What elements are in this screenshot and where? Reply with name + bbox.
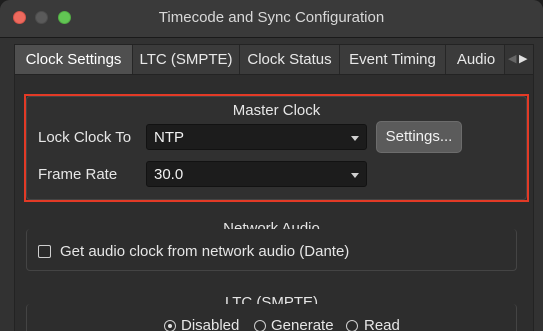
ltc-disabled-radio[interactable]	[164, 320, 176, 331]
tab-clock-settings[interactable]: Clock Settings	[15, 45, 133, 74]
lock-clock-select[interactable]: NTP	[146, 124, 367, 150]
ltc-read-radio[interactable]	[346, 320, 358, 331]
frame-rate-select[interactable]: 30.0	[146, 161, 367, 187]
tab-audio[interactable]: Audio	[446, 45, 507, 74]
settings-button[interactable]: Settings...	[376, 121, 462, 153]
lock-clock-value: NTP	[154, 129, 184, 146]
tab-ltc-smpte[interactable]: LTC (SMPTE)	[133, 45, 240, 74]
ltc-generate-radio[interactable]	[254, 320, 266, 331]
network-audio-checkbox[interactable]	[38, 245, 51, 258]
master-clock-title: Master Clock	[232, 102, 321, 119]
frame-rate-value: 30.0	[154, 166, 184, 183]
ltc-generate-label[interactable]: Generate	[271, 317, 334, 331]
main-window: Timecode and Sync Configuration Clock Se…	[0, 0, 543, 331]
tab-clock-status[interactable]: Clock Status	[240, 45, 340, 74]
lock-clock-label: Lock Clock To	[38, 129, 132, 146]
tab-bar: Clock Settings LTC (SMPTE) Clock Status …	[14, 44, 534, 74]
tab-scroll-right-icon[interactable]: ▶	[519, 52, 527, 65]
chevron-down-icon	[351, 136, 359, 141]
chevron-down-icon	[351, 173, 359, 178]
window-title: Timecode and Sync Configuration	[158, 9, 385, 26]
tab-scroll-arrows: ◀ ▶	[504, 45, 533, 74]
tab-scroll-left-icon[interactable]: ◀	[508, 52, 516, 65]
ltc-read-label[interactable]: Read	[364, 317, 400, 331]
title-bar: Timecode and Sync Configuration	[0, 0, 543, 38]
ltc-disabled-label[interactable]: Disabled	[181, 317, 239, 331]
tab-event-timing[interactable]: Event Timing	[340, 45, 446, 74]
frame-rate-label: Frame Rate	[38, 166, 118, 183]
network-audio-checkbox-label[interactable]: Get audio clock from network audio (Dant…	[60, 243, 349, 260]
